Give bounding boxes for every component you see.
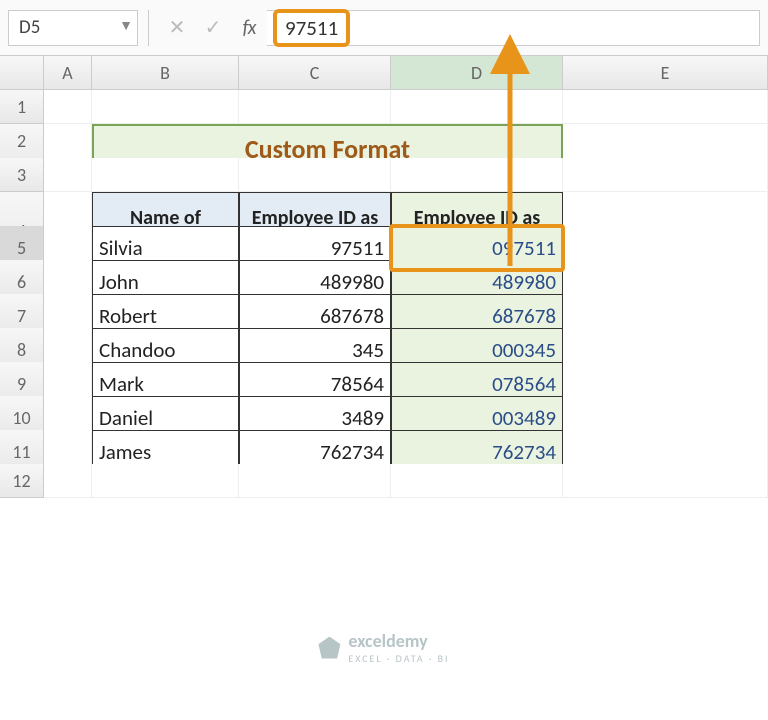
cell-B12[interactable]: [92, 464, 239, 498]
col-header-B[interactable]: B: [92, 56, 239, 90]
cell-C12[interactable]: [239, 464, 391, 498]
watermark-logo-icon: [318, 637, 340, 659]
cancel-icon[interactable]: ✕: [159, 15, 195, 40]
cell-B1[interactable]: [92, 90, 239, 124]
separator: [148, 10, 149, 46]
row-header-1[interactable]: 1: [0, 90, 44, 124]
row-header-3[interactable]: 3: [0, 158, 44, 192]
cell-D1[interactable]: [391, 90, 563, 124]
formula-highlight: 97511: [273, 9, 350, 47]
col-header-E[interactable]: E: [563, 56, 768, 90]
cell-D12[interactable]: [391, 464, 563, 498]
dropdown-icon[interactable]: ▼: [119, 17, 133, 34]
formula-bar: D5 ▼ ✕ ✓ fx 97511: [0, 0, 768, 56]
row-header-12[interactable]: 12: [0, 464, 44, 498]
watermark: exceldemy EXCEL · DATA · BI: [318, 630, 449, 665]
cell-E12[interactable]: [563, 464, 768, 498]
cell-E3[interactable]: [563, 158, 768, 192]
name-box[interactable]: D5 ▼: [8, 10, 138, 46]
col-header-C[interactable]: C: [239, 56, 391, 90]
formula-input[interactable]: 97511: [267, 10, 760, 46]
cell-C5-text: 97511: [331, 235, 384, 261]
cell-D5-selected[interactable]: 097511: [391, 226, 563, 270]
fx-icon[interactable]: fx: [231, 16, 267, 40]
formula-value: 97511: [285, 15, 338, 41]
col-header-A[interactable]: A: [44, 56, 92, 90]
select-all-corner[interactable]: [0, 56, 44, 90]
name-box-value: D5: [19, 16, 40, 39]
cell-C1[interactable]: [239, 90, 391, 124]
enter-icon[interactable]: ✓: [195, 15, 231, 40]
watermark-brand: exceldemy: [348, 630, 449, 652]
cell-D5-text: 097511: [492, 235, 556, 261]
watermark-tag: EXCEL · DATA · BI: [348, 652, 449, 665]
cell-C3[interactable]: [239, 158, 391, 192]
cell-D3[interactable]: [391, 158, 563, 192]
spreadsheet-grid[interactable]: A B C D E 1 2 Custom Format 3 4 Name of …: [0, 56, 768, 498]
cell-E1[interactable]: [563, 90, 768, 124]
cell-A3[interactable]: [44, 158, 92, 192]
cell-B5-text: Silvia: [99, 235, 143, 261]
col-header-D[interactable]: D: [391, 56, 563, 90]
cell-A1[interactable]: [44, 90, 92, 124]
cell-B3[interactable]: [92, 158, 239, 192]
cell-A12[interactable]: [44, 464, 92, 498]
